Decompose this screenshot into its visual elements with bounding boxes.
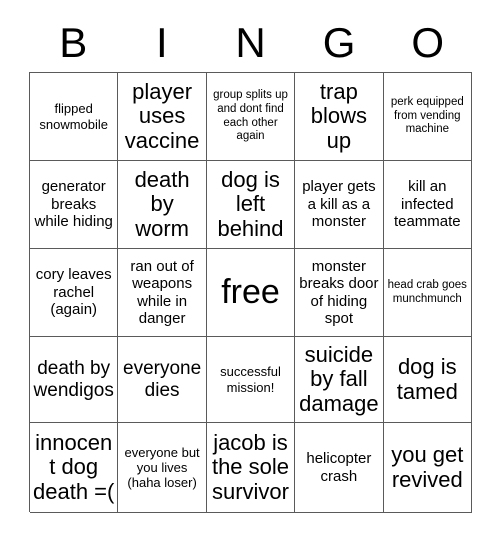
bingo-cell[interactable]: group splits up and dont find each other…: [206, 73, 296, 161]
bingo-cell-label: group splits up and dont find each other…: [213, 88, 288, 143]
bingo-cell[interactable]: ran out of weapons while in danger: [118, 249, 207, 337]
bingo-cell[interactable]: death by wendigos: [30, 337, 119, 423]
bingo-header-letter-g: G: [322, 19, 356, 66]
bingo-cell-label: ran out of weapons while in danger: [130, 257, 194, 327]
bingo-cell[interactable]: jacob is the sole survivor: [206, 423, 296, 513]
bingo-grid: flipped snowmobile player uses vaccine gro…: [29, 72, 472, 513]
bingo-cell[interactable]: everyone but you lives (haha loser): [118, 423, 207, 513]
bingo-cell[interactable]: successful mission!: [206, 337, 296, 423]
bingo-cell[interactable]: player uses vaccine: [118, 73, 207, 161]
bingo-cell[interactable]: monster breaks door of hiding spot: [295, 249, 384, 337]
bingo-cell[interactable]: dog is left behind: [206, 161, 296, 249]
bingo-header-letter-b: B: [59, 19, 88, 66]
bingo-free-cell[interactable]: free: [206, 249, 296, 337]
bingo-cell[interactable]: player gets a kill as a monster: [295, 161, 384, 249]
bingo-cell-label: jacob is the sole survivor: [211, 429, 290, 504]
bingo-header-row: BINGO: [29, 14, 472, 72]
bingo-cell[interactable]: death by worm: [118, 161, 207, 249]
bingo-cell-label: kill an infected teammate: [393, 178, 461, 231]
bingo-cell[interactable]: kill an infected teammate: [383, 161, 472, 249]
bingo-cell-label: cory leaves rachel (again): [35, 266, 112, 319]
bingo-cell-label: trap blows up: [310, 78, 368, 153]
bingo-cell-label: flipped snowmobile: [39, 101, 109, 132]
bingo-cell[interactable]: perk equipped from vending machine: [383, 73, 472, 161]
bingo-cell-label: dog is tamed: [396, 353, 458, 404]
bingo-header-letter-o: O: [411, 19, 444, 66]
bingo-cell-label: monster breaks door of hiding spot: [299, 257, 379, 327]
bingo-cell[interactable]: flipped snowmobile: [30, 73, 119, 161]
bingo-cell-label: everyone but you lives (haha loser): [124, 444, 200, 491]
bingo-cell-label: you get revived: [391, 441, 464, 492]
bingo-cell[interactable]: dog is tamed: [383, 337, 472, 423]
bingo-cell[interactable]: trap blows up: [295, 73, 384, 161]
bingo-cell-label: free: [221, 272, 280, 311]
bingo-cell-label: dog is left behind: [217, 166, 284, 241]
bingo-cell-label: generator breaks while hiding: [34, 178, 113, 231]
bingo-cell[interactable]: suicide by fall damage: [295, 337, 384, 423]
bingo-cell-label: head crab goes munchmunch: [387, 278, 467, 305]
bingo-cell-label: innocent dog death =(: [33, 429, 115, 504]
bingo-cell[interactable]: everyone dies: [118, 337, 207, 423]
bingo-header-letter-n: N: [235, 19, 266, 66]
bingo-cell-label: helicopter crash: [306, 450, 372, 485]
bingo-cell-label: death by worm: [134, 166, 190, 241]
bingo-cell-label: successful mission!: [220, 364, 281, 395]
bingo-cell-label: player uses vaccine: [124, 78, 200, 153]
bingo-card: B I N G O flipped snowmobile player uses vacc…: [0, 0, 500, 544]
bingo-cell-label: suicide by fall damage: [299, 341, 379, 416]
bingo-cell-label: death by wendigos: [33, 357, 114, 401]
bingo-cell[interactable]: you get revived: [383, 423, 472, 513]
bingo-cell-label: perk equipped from vending machine: [390, 95, 464, 136]
bingo-cell-label: player gets a kill as a monster: [302, 178, 376, 231]
bingo-cell[interactable]: generator breaks while hiding: [30, 161, 119, 249]
bingo-cell[interactable]: head crab goes munchmunch: [383, 249, 472, 337]
bingo-header-letter-i: I: [156, 19, 168, 66]
bingo-cell[interactable]: cory leaves rachel (again): [30, 249, 119, 337]
bingo-cell-label: everyone dies: [123, 357, 202, 401]
bingo-cell[interactable]: helicopter crash: [295, 423, 384, 513]
bingo-cell[interactable]: innocent dog death =(: [30, 423, 119, 513]
